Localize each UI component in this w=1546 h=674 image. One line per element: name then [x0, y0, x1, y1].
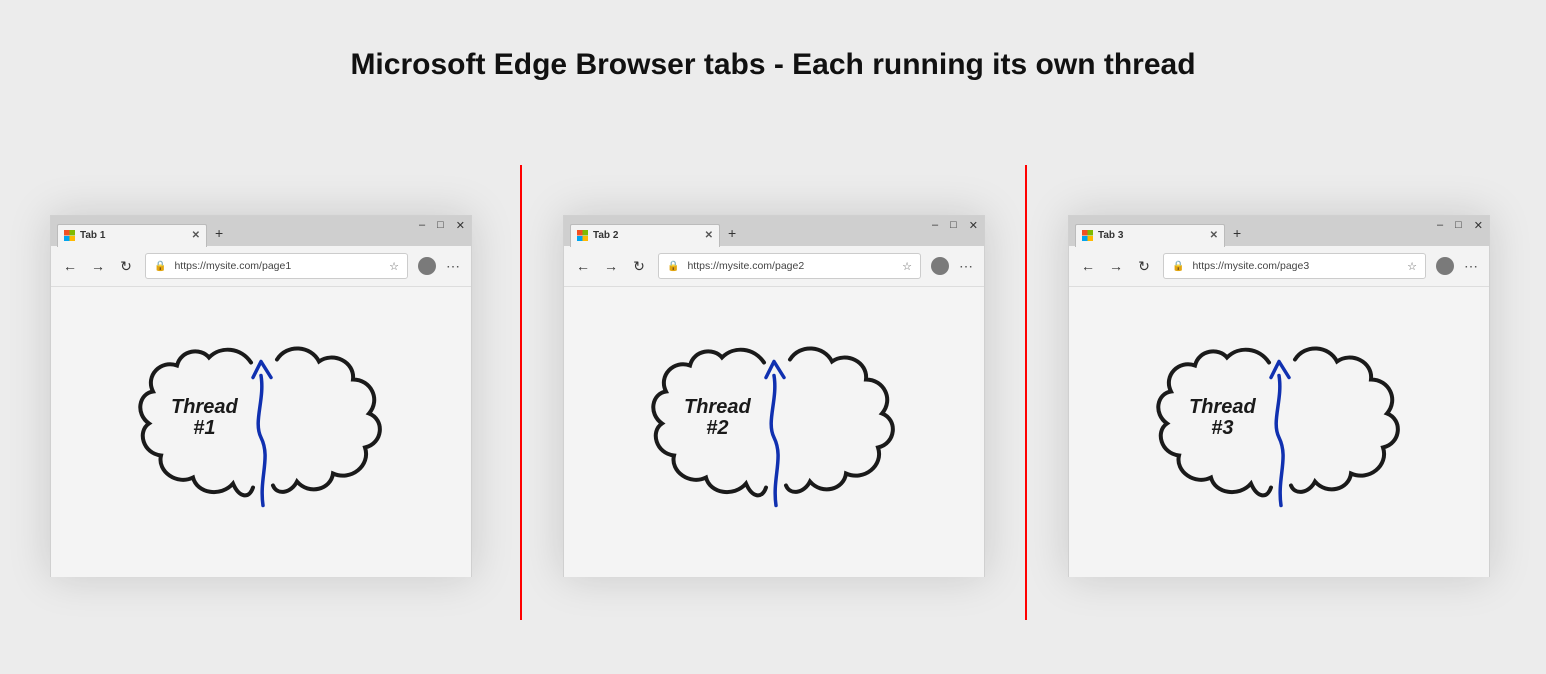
close-window-button[interactable] [456, 219, 465, 232]
more-menu-button[interactable]: ⋯ [1464, 258, 1479, 275]
lock-icon: 🔒 [1172, 261, 1184, 272]
profile-avatar[interactable] [418, 257, 436, 275]
tab-title-1: Tab 1 [80, 230, 192, 241]
minimize-button[interactable] [419, 219, 425, 232]
refresh-button[interactable]: ↻ [1135, 258, 1153, 275]
favorite-icon[interactable]: ☆ [902, 260, 912, 273]
thread-cloud-illustration [1149, 328, 1409, 518]
toolbar-2: ← → ↻ 🔒 https://mysite.com/page2 ☆ ⋯ [564, 246, 984, 287]
minimize-button[interactable] [1437, 219, 1443, 232]
more-menu-button[interactable]: ⋯ [446, 258, 461, 275]
address-bar-3[interactable]: 🔒 https://mysite.com/page3 ☆ [1163, 253, 1426, 279]
window-controls-1 [419, 219, 465, 232]
browser-tab-2[interactable]: Tab 2 ✕ [570, 224, 720, 247]
browser-tab-3[interactable]: Tab 3 ✕ [1075, 224, 1225, 247]
back-button[interactable]: ← [61, 258, 79, 274]
forward-button[interactable]: → [602, 258, 620, 274]
favorite-icon[interactable]: ☆ [1407, 260, 1417, 273]
diagram-title: Microsoft Edge Browser tabs - Each runni… [0, 48, 1546, 82]
thread-label-3: Thread#3 [1189, 397, 1256, 439]
browser-window-3: Tab 3 ✕ + ← → ↻ 🔒 https://mysite.com/pag… [1068, 215, 1490, 577]
lock-icon: 🔒 [154, 261, 166, 272]
url-text-2: https://mysite.com/page2 [687, 260, 902, 272]
tab-title-2: Tab 2 [593, 230, 705, 241]
address-bar-1[interactable]: 🔒 https://mysite.com/page1 ☆ [145, 253, 408, 279]
page-content-2: Thread#2 [564, 287, 984, 577]
forward-button[interactable]: → [1107, 258, 1125, 274]
profile-avatar[interactable] [931, 257, 949, 275]
favorite-icon[interactable]: ☆ [389, 260, 399, 273]
profile-avatar[interactable] [1436, 257, 1454, 275]
maximize-button[interactable] [950, 219, 957, 232]
window-controls-3 [1437, 219, 1483, 232]
page-content-3: Thread#3 [1069, 287, 1489, 577]
close-tab-icon[interactable]: ✕ [1210, 230, 1218, 241]
toolbar-1: ← → ↻ 🔒 https://mysite.com/page1 ☆ ⋯ [51, 246, 471, 287]
close-tab-icon[interactable]: ✕ [192, 230, 200, 241]
url-text-3: https://mysite.com/page3 [1192, 260, 1407, 272]
thread-cloud-illustration [644, 328, 904, 518]
tab-title-3: Tab 3 [1098, 230, 1210, 241]
titlebar-1: Tab 1 ✕ + [51, 216, 471, 246]
favicon-icon [1082, 230, 1093, 241]
thread-label-1: Thread#1 [171, 397, 238, 439]
toolbar-3: ← → ↻ 🔒 https://mysite.com/page3 ☆ ⋯ [1069, 246, 1489, 287]
close-window-button[interactable] [969, 219, 978, 232]
more-menu-button[interactable]: ⋯ [959, 258, 974, 275]
browser-tab-1[interactable]: Tab 1 ✕ [57, 224, 207, 247]
lock-icon: 🔒 [667, 261, 679, 272]
back-button[interactable]: ← [574, 258, 592, 274]
forward-button[interactable]: → [89, 258, 107, 274]
favicon-icon [577, 230, 588, 241]
titlebar-3: Tab 3 ✕ + [1069, 216, 1489, 246]
browser-window-2: Tab 2 ✕ + ← → ↻ 🔒 https://mysite.com/pag… [563, 215, 985, 577]
maximize-button[interactable] [437, 219, 444, 232]
close-tab-icon[interactable]: ✕ [705, 230, 713, 241]
minimize-button[interactable] [932, 219, 938, 232]
divider-1 [520, 165, 522, 620]
browser-window-1: Tab 1 ✕ + ← → ↻ 🔒 https://mysite.com/pag… [50, 215, 472, 577]
thread-label-2: Thread#2 [684, 397, 751, 439]
titlebar-2: Tab 2 ✕ + [564, 216, 984, 246]
window-controls-2 [932, 219, 978, 232]
back-button[interactable]: ← [1079, 258, 1097, 274]
url-text-1: https://mysite.com/page1 [174, 260, 389, 272]
new-tab-button[interactable]: + [215, 225, 223, 241]
maximize-button[interactable] [1455, 219, 1462, 232]
refresh-button[interactable]: ↻ [630, 258, 648, 275]
thread-cloud-illustration [131, 328, 391, 518]
address-bar-2[interactable]: 🔒 https://mysite.com/page2 ☆ [658, 253, 921, 279]
divider-2 [1025, 165, 1027, 620]
page-content-1: Thread#1 [51, 287, 471, 577]
favicon-icon [64, 230, 75, 241]
new-tab-button[interactable]: + [1233, 225, 1241, 241]
refresh-button[interactable]: ↻ [117, 258, 135, 275]
diagram-stage: Tab 1 ✕ + ← → ↻ 🔒 https://mysite.com/pag… [0, 165, 1546, 635]
new-tab-button[interactable]: + [728, 225, 736, 241]
close-window-button[interactable] [1474, 219, 1483, 232]
